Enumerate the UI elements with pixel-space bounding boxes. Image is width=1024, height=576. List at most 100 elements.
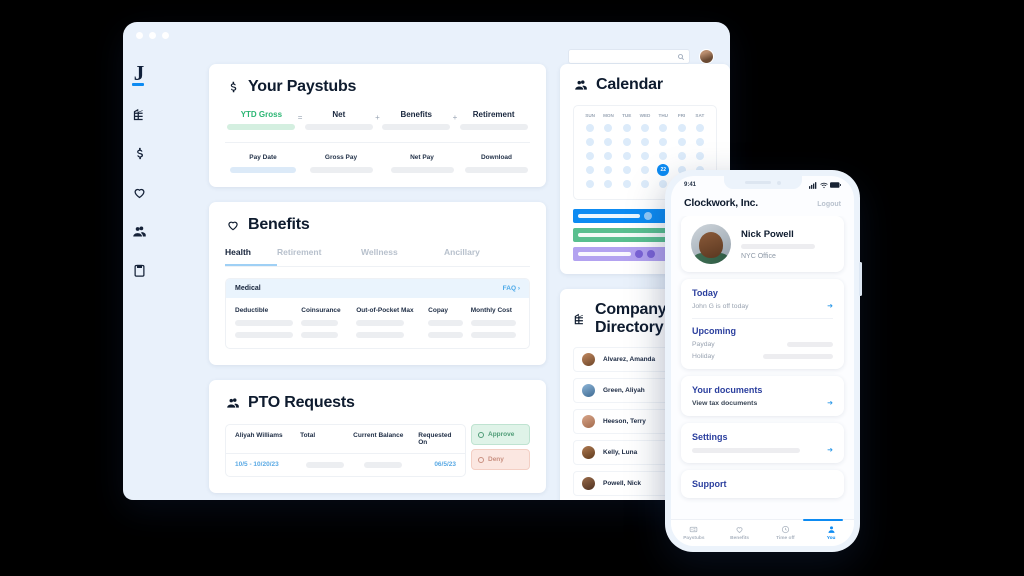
cell-placeholder [309,167,373,173]
tab-you[interactable]: You [808,525,854,541]
documents-card: Your documents View tax documents ➜ [681,376,844,416]
calendar-day[interactable] [636,149,654,163]
tab-label: You [826,536,836,541]
dashboard-panes: Your Paystubs YTD Gross = Net + Benefits… [155,64,730,500]
calendar-day[interactable] [618,135,636,149]
calendar-day[interactable] [691,121,709,135]
heart-icon [225,218,240,233]
calendar-day[interactable] [654,135,672,149]
calendar-day[interactable] [581,177,599,191]
cell-placeholder [235,320,293,326]
calendar-day[interactable] [691,135,709,149]
approve-label: Approve [488,431,515,438]
day-dot [586,180,595,188]
status-indicators [809,181,841,189]
calendar-day[interactable] [599,149,617,163]
radio-icon [478,431,484,438]
summary-ytd-gross: YTD Gross [225,110,298,130]
day-dot [659,138,668,146]
tab-time-off[interactable]: Time off [763,525,809,541]
deny-button[interactable]: Deny [471,449,530,470]
calendar-day[interactable] [654,121,672,135]
sidebar-item-time-off[interactable] [128,220,150,242]
dollar-icon [225,80,240,95]
arrow-right-icon: ➜ [827,400,833,407]
benefits-tabs: Health Retirement Wellness Ancillary [225,247,530,267]
calendar-day[interactable] [654,149,672,163]
avatar[interactable] [699,49,714,64]
calendar-day[interactable] [618,121,636,135]
calendar-day[interactable] [599,177,617,191]
window-maximize-dot[interactable] [162,32,169,39]
avatar [581,383,596,398]
sidebar-item-documents[interactable] [128,259,150,281]
cell-balance [363,461,435,468]
calendar-day[interactable] [636,177,654,191]
calendar-day[interactable] [618,163,636,177]
sidebar-item-benefits[interactable] [128,181,150,203]
tab-retirement[interactable]: Retirement [277,247,361,266]
calendar-day[interactable] [691,149,709,163]
documents-item-row[interactable]: View tax documents ➜ [692,400,833,407]
profile-card[interactable]: Nick Powell NYC Office [681,216,844,272]
cell-placeholder[interactable] [230,167,296,173]
calendar-day[interactable] [618,149,636,163]
upcoming-item-payday[interactable]: Payday [692,341,833,348]
upcoming-title: Upcoming [692,326,736,336]
today-item-row[interactable]: John G is off today ➜ [692,303,833,310]
calendar-day[interactable] [672,121,690,135]
logout-button[interactable]: Logout [817,201,841,208]
cellular-icon [809,181,817,189]
calendar-day-today[interactable]: 22 [654,163,672,177]
pto-header: PTO Requests [225,394,530,412]
calendar-day[interactable] [636,121,654,135]
tab-wellness[interactable]: Wellness [361,247,444,266]
support-card[interactable]: Support [681,470,844,498]
day-dot [586,124,595,132]
tab-health[interactable]: Health [225,247,277,266]
benefits-header: Benefits [225,216,530,234]
tab-benefits[interactable]: Benefits [717,525,763,541]
page-title: Your Paystubs [248,78,357,95]
weekday-wed: WED [639,113,651,118]
weekday-tue: TUE [622,113,632,118]
calendar-day[interactable] [672,149,690,163]
sidebar-item-payroll[interactable] [128,142,150,164]
day-dot [604,152,613,160]
calendar-day[interactable] [618,177,636,191]
approve-button[interactable]: Approve [471,424,530,445]
settings-card[interactable]: Settings ➜ [681,423,844,463]
divider [225,142,530,143]
window-close-dot[interactable] [136,32,143,39]
download-button[interactable] [465,167,528,173]
upcoming-label: Payday [692,341,715,348]
profile-title-placeholder [741,243,815,249]
event-title-placeholder [578,252,631,256]
calendar-day[interactable] [636,163,654,177]
cell-request-dates[interactable]: 10/5 - 10/20/23 [235,461,306,468]
cell-placeholder [235,332,293,338]
calendar-day[interactable] [672,135,690,149]
calendar-day[interactable] [636,135,654,149]
pto-table-body: Aliyah Williams Total Current Balance Re… [225,424,466,477]
calendar-day[interactable] [581,135,599,149]
settings-item-row[interactable]: ➜ [692,447,833,454]
calendar-day[interactable] [599,135,617,149]
calendar-day[interactable] [599,163,617,177]
calendar-people-icon [573,78,588,93]
search-input[interactable] [568,49,690,64]
calendar-day[interactable] [581,121,599,135]
heart-icon [735,525,744,534]
calendar-day[interactable] [581,149,599,163]
phone-screen: 9:41 Clockwork, Inc. Logout Nick Powell … [671,176,854,546]
profile-name: Nick Powell [741,228,794,240]
window-minimize-dot[interactable] [149,32,156,39]
upcoming-item-holiday[interactable]: Holiday [692,353,833,360]
tab-ancillary[interactable]: Ancillary [444,247,480,266]
app-logo[interactable]: J [126,60,152,86]
tab-paystubs[interactable]: Paystubs [671,525,717,541]
calendar-day[interactable] [581,163,599,177]
sidebar-item-company[interactable] [128,103,150,125]
faq-link[interactable]: FAQ › [503,285,520,292]
calendar-day[interactable] [599,121,617,135]
